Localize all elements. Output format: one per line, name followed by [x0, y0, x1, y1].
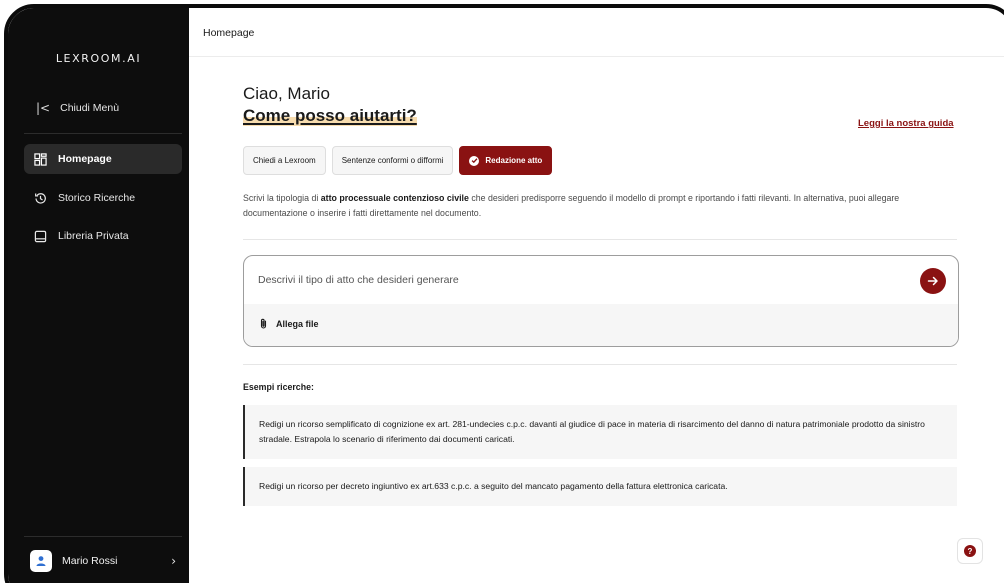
- sidebar-item-homepage[interactable]: Homepage: [24, 144, 182, 174]
- close-menu-label: Chiudi Menù: [60, 102, 120, 114]
- send-button[interactable]: [920, 268, 946, 294]
- check-circle-icon: [469, 155, 480, 166]
- composer-footer: Allega file: [244, 304, 958, 346]
- sidebar-divider: [24, 133, 182, 134]
- description-bold: atto processuale contenzioso civile: [320, 193, 469, 203]
- divider: [243, 364, 957, 365]
- sidebar-item-label: Homepage: [58, 153, 112, 165]
- user-icon: [36, 556, 46, 566]
- grid-icon: [34, 152, 47, 166]
- description-text: Scrivi la tipologia di: [243, 193, 321, 203]
- guide-link[interactable]: Leggi la nostra guida: [858, 118, 954, 129]
- close-menu-button[interactable]: |< Chiudi Menù: [36, 101, 119, 115]
- sidebar-item-label: Storico Ricerche: [58, 192, 136, 204]
- history-icon: [35, 192, 46, 204]
- prompt-composer: Allega file: [243, 255, 959, 347]
- divider: [243, 239, 957, 240]
- tab-sentenze-conformi[interactable]: Sentenze conformi o difformi: [331, 146, 454, 175]
- tab-redazione-atto[interactable]: Redazione atto: [459, 146, 553, 175]
- app-logo: LEXROOM.AI: [55, 52, 142, 65]
- topbar: Homepage: [189, 8, 1004, 57]
- attach-file-label: Allega file: [276, 319, 319, 329]
- page-title: Homepage: [203, 27, 255, 39]
- sidebar-divider: [24, 536, 182, 537]
- tab-label: Sentenze conformi o difformi: [341, 156, 444, 165]
- main-content: Homepage Ciao, Mario Come posso aiutarti…: [189, 8, 1004, 583]
- example-prompt[interactable]: Redigi un ricorso per decreto ingiuntivo…: [243, 467, 957, 506]
- tab-label: Chiedi a Lexroom: [253, 156, 316, 165]
- attach-file-button[interactable]: Allega file: [258, 318, 319, 330]
- greeting: Ciao, Mario: [243, 84, 330, 103]
- sidebar-item-storico-ricerche[interactable]: Storico Ricerche: [24, 183, 182, 213]
- arrow-right-icon: [927, 276, 938, 286]
- chevron-left-bar-icon: |<: [36, 101, 51, 115]
- tab-label: Redazione atto: [485, 156, 543, 165]
- prompt-input[interactable]: [258, 274, 898, 286]
- chevron-right-icon: ›: [171, 554, 176, 568]
- book-icon: [34, 230, 47, 242]
- user-name: Mario Rossi: [62, 555, 118, 567]
- help-button[interactable]: ?: [957, 538, 983, 564]
- headline: Come posso aiutarti?: [243, 106, 417, 126]
- paperclip-icon: [260, 318, 267, 329]
- mode-description: Scrivi la tipologia di atto processuale …: [243, 191, 963, 221]
- example-prompt[interactable]: Redigi un ricorso semplificato di cogniz…: [243, 405, 957, 459]
- sidebar: LEXROOM.AI |< Chiudi Menù Homepage Stori…: [8, 8, 189, 583]
- examples-title: Esempi ricerche:: [243, 382, 314, 392]
- mode-tabs: Chiedi a Lexroom Sentenze conformi o dif…: [243, 146, 553, 175]
- avatar: [30, 550, 52, 572]
- user-menu[interactable]: Mario Rossi ›: [24, 548, 182, 574]
- sidebar-item-label: Libreria Privata: [58, 230, 129, 242]
- sidebar-item-libreria-privata[interactable]: Libreria Privata: [24, 221, 182, 251]
- help-icon: ?: [964, 545, 976, 557]
- device-frame: LEXROOM.AI |< Chiudi Menù Homepage Stori…: [4, 4, 1004, 583]
- tab-chiedi-a-lexroom[interactable]: Chiedi a Lexroom: [243, 146, 326, 175]
